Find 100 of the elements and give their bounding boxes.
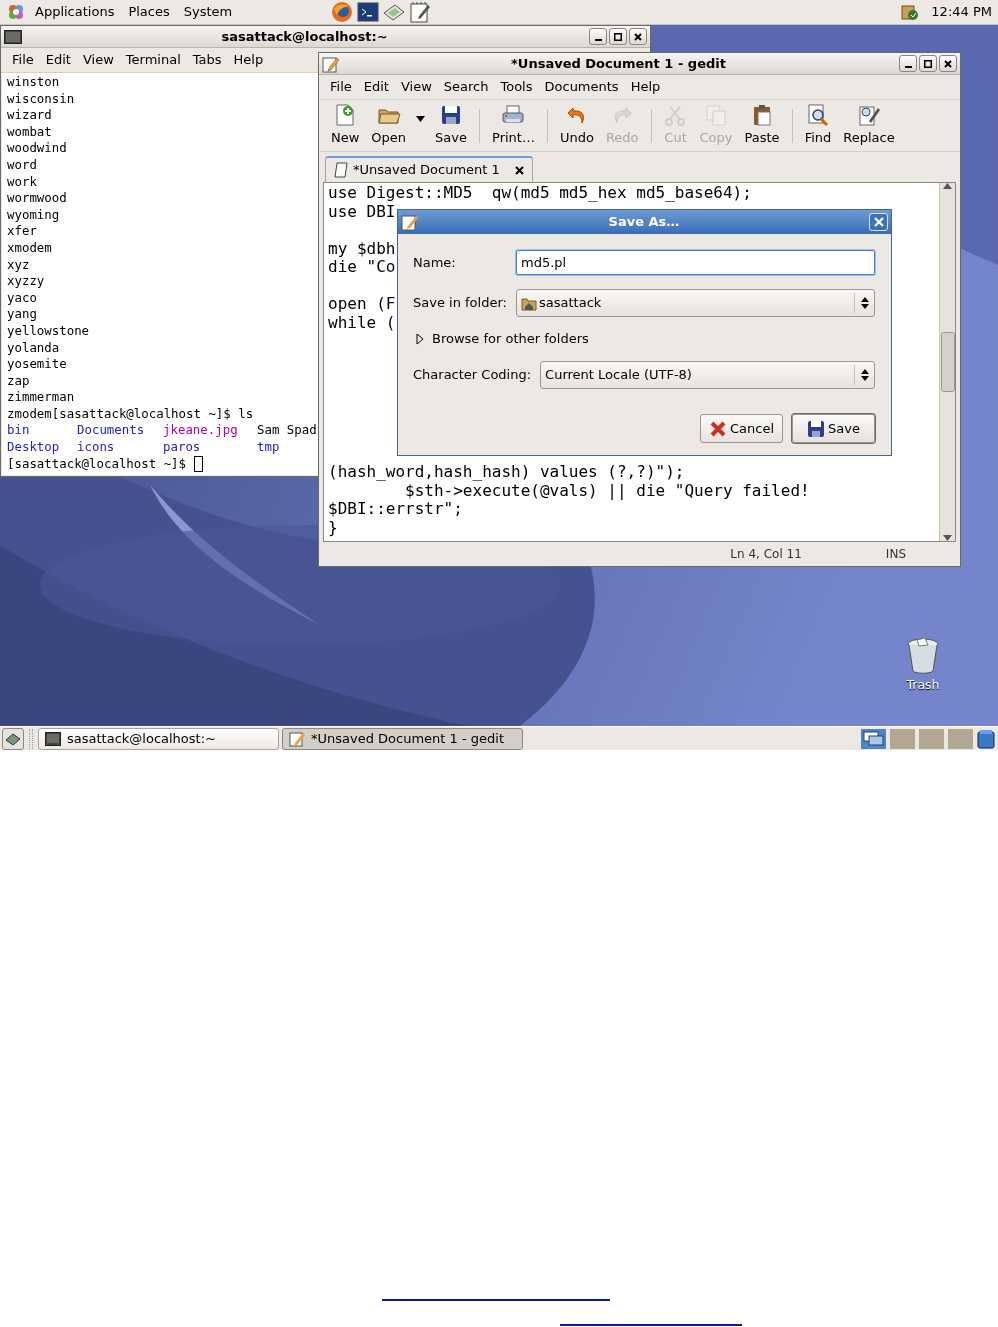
dropdown[interactable]: sasattack bbox=[516, 288, 875, 317]
menu-item[interactable]: Help bbox=[227, 50, 270, 70]
menu-item[interactable]: File bbox=[6, 50, 40, 70]
text-cursor bbox=[193, 456, 203, 473]
terminal-icon bbox=[4, 29, 22, 44]
code-line: die "Co bbox=[328, 258, 396, 277]
dialog-title: Save As… bbox=[607, 213, 681, 232]
code-line: open (F bbox=[328, 295, 396, 314]
panel-menu[interactable]: System bbox=[178, 2, 238, 22]
menu-item[interactable]: Help bbox=[624, 77, 667, 97]
tab-label: *Unsaved Document 1 bbox=[353, 161, 500, 180]
file-name: Desktop bbox=[7, 439, 60, 455]
maximize-icon bbox=[924, 59, 932, 68]
terminal-line: winston bbox=[7, 74, 60, 91]
terminal-line: xyzzy bbox=[7, 273, 45, 290]
toolbar-button[interactable]: Save bbox=[429, 101, 473, 150]
menu-item[interactable]: Edit bbox=[357, 77, 395, 97]
menu-item[interactable]: Documents bbox=[538, 77, 625, 97]
clock[interactable]: 12:44 PM bbox=[931, 2, 992, 22]
file-name: Documents bbox=[77, 422, 145, 438]
notepad-icon bbox=[401, 213, 419, 231]
terminal-line: work bbox=[7, 173, 37, 191]
menu-item[interactable]: Search bbox=[437, 77, 495, 97]
desktop-icon-label[interactable]: Trash bbox=[906, 676, 940, 695]
file-name: icons bbox=[77, 439, 115, 455]
toolbar-button[interactable]: Open bbox=[365, 101, 413, 150]
expander[interactable]: Browse for other folders bbox=[413, 326, 875, 352]
expander-right-icon bbox=[416, 333, 424, 345]
terminal-line: yolanda bbox=[7, 339, 60, 357]
maximize-button[interactable] bbox=[919, 55, 937, 72]
page-icon bbox=[334, 162, 348, 178]
terminal-line: yosemite bbox=[7, 356, 67, 373]
terminal-line: zmodem[sasattack@localhost ~]$ ls bbox=[7, 405, 254, 423]
terminal-line: yellowstone bbox=[7, 322, 90, 340]
scrollbar[interactable] bbox=[939, 183, 955, 541]
document-tab[interactable]: *Unsaved Document 1 bbox=[325, 156, 533, 182]
field-label: Save in folder: bbox=[413, 293, 508, 312]
menu-item[interactable]: Tabs bbox=[186, 50, 228, 70]
scrollbar-thumb[interactable] bbox=[940, 332, 955, 392]
terminal-line: woodwind bbox=[7, 140, 67, 157]
toolbar-button[interactable]: Replace bbox=[837, 101, 901, 150]
magnifier-icon bbox=[805, 103, 830, 128]
code-line: $sth->execute(@vals) || die "Query failed! bbox=[405, 481, 810, 500]
update-icon[interactable] bbox=[899, 2, 920, 22]
trash-can-icon[interactable] bbox=[906, 636, 940, 674]
menu-item[interactable]: Terminal bbox=[119, 50, 187, 70]
toolbar-button[interactable]: Paste bbox=[738, 101, 786, 150]
menu-item[interactable]: View bbox=[394, 77, 438, 97]
terminal-line: yang bbox=[7, 306, 37, 323]
toolbar-button[interactable]: Print… bbox=[486, 101, 541, 150]
down-arrow-icon bbox=[943, 535, 952, 541]
replace-icon bbox=[857, 103, 881, 128]
terminal-line: wizard bbox=[7, 107, 52, 124]
workspace-button[interactable] bbox=[861, 728, 886, 749]
code-line: $DBI::errstr"; bbox=[328, 500, 463, 519]
notepad-icon bbox=[322, 54, 340, 73]
maximize-button[interactable] bbox=[609, 28, 627, 45]
close-icon bbox=[514, 165, 524, 175]
toolbar-button[interactable]: Undo bbox=[553, 101, 600, 150]
terminal-line: wyoming bbox=[7, 206, 60, 224]
close-button[interactable] bbox=[629, 28, 647, 45]
terminal-icon[interactable] bbox=[357, 1, 380, 23]
menu-item[interactable]: View bbox=[76, 50, 120, 70]
code-line: use DBI bbox=[328, 202, 396, 221]
toolbar-button[interactable]: New bbox=[325, 101, 366, 150]
menu-item[interactable]: File bbox=[324, 77, 358, 97]
field-label: Character Coding: bbox=[413, 365, 532, 384]
terminal-prompt: [sasattack@localhost ~]$ bbox=[7, 455, 188, 471]
minimize-button[interactable] bbox=[589, 28, 607, 45]
cursor-position: Ln 4, Col 11 bbox=[730, 546, 802, 563]
file-name: paros bbox=[163, 439, 201, 455]
code-line: use Digest::MD5 qw(md5 md5_hex md5_base64); bbox=[328, 184, 752, 203]
copy-pages-icon bbox=[704, 103, 729, 128]
cancel-button[interactable]: Cancel bbox=[700, 414, 783, 443]
terminal-line: wormwood bbox=[7, 190, 67, 207]
code-line: } bbox=[328, 518, 338, 537]
panel-menu[interactable]: Applications bbox=[30, 2, 120, 22]
terminal-line: zimmerman bbox=[7, 389, 75, 406]
taskbar-button[interactable]: sasattack@localhost:~ bbox=[38, 727, 279, 750]
globe-icon[interactable] bbox=[331, 1, 354, 23]
show-desktop-button[interactable] bbox=[2, 727, 24, 750]
close-icon bbox=[873, 217, 884, 227]
maximize-icon bbox=[614, 32, 622, 41]
minimize-button[interactable] bbox=[899, 55, 917, 72]
dropdown[interactable]: Current Locale (UTF-8) bbox=[540, 360, 875, 389]
window-title: *Unsaved Document 1 - gedit bbox=[510, 54, 727, 73]
panel-menu[interactable]: Places bbox=[123, 2, 175, 22]
taskbar-button[interactable]: *Unsaved Document 1 - gedit bbox=[282, 727, 523, 750]
menu-item[interactable]: Tools bbox=[494, 77, 539, 97]
close-button[interactable] bbox=[939, 55, 957, 72]
save-button[interactable]: Save bbox=[792, 414, 875, 443]
terminal-line: yaco bbox=[7, 289, 37, 307]
terminal-line: xyz bbox=[7, 256, 30, 274]
notepad-icon[interactable] bbox=[409, 1, 432, 23]
code-line: my $dbh bbox=[328, 239, 396, 258]
toolbar-button[interactable]: Find bbox=[798, 101, 838, 150]
field-label: Name: bbox=[413, 253, 457, 272]
window-title: sasattack@localhost:~ bbox=[220, 27, 389, 46]
name-field[interactable]: md5.pl bbox=[516, 250, 875, 275]
menu-item[interactable]: Edit bbox=[39, 50, 77, 70]
